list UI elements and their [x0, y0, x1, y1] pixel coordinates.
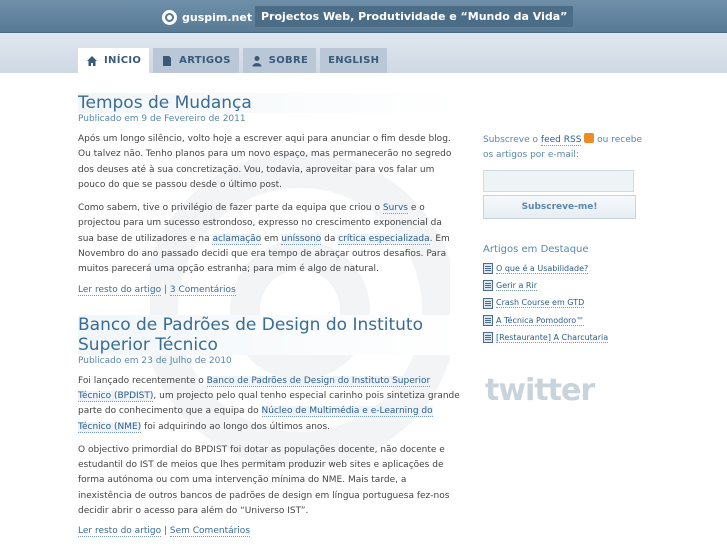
comments-link[interactable]: Sem Comentários — [169, 526, 251, 538]
read-more-link[interactable]: Ler resto do artigo — [78, 284, 162, 296]
document-icon — [483, 297, 493, 309]
sidebar: Subscreve o feed RSS ou recebe os artigo… — [483, 133, 643, 408]
list-item: Crash Course em GTD — [483, 295, 643, 312]
main-content: Tempos de Mudança Publicado em 9 de Feve… — [78, 93, 460, 538]
post-body: Foi lançado recentemente o Banco de Padr… — [78, 374, 460, 520]
site-logo[interactable]: guspim.net — [162, 7, 252, 27]
nav-tab-artigos[interactable]: ARTIGOS — [153, 48, 239, 73]
post-title[interactable]: Tempos de Mudança — [78, 93, 460, 113]
nav-label-english: ENGLISH — [328, 55, 380, 66]
featured-link[interactable]: Gerir a Rir — [496, 281, 537, 291]
featured-title: Artigos em Destaque — [483, 244, 589, 255]
separator: | — [161, 284, 170, 295]
logo-text: guspim.net — [182, 10, 253, 24]
nav-tab-english[interactable]: ENGLISH — [320, 48, 388, 73]
nav-label-inicio: INÍCIO — [104, 55, 142, 66]
document-icon — [483, 315, 493, 327]
list-item: Gerir a Rir — [483, 277, 643, 294]
text-span: Foi lançado recentemente o — [78, 375, 207, 386]
link-unissono[interactable]: uníssono — [281, 233, 322, 245]
post-title[interactable]: Banco de Padrões de Design do Instituto … — [78, 314, 460, 355]
logo-icon — [162, 9, 177, 25]
featured-link[interactable]: Crash Course em GTD — [496, 298, 585, 309]
site-tagline: Projectos Web, Produtividade e “Mundo da… — [255, 6, 574, 27]
featured-link[interactable]: A Técnica Pomodoro™ — [496, 316, 585, 326]
post-links: Ler resto do artigo | Sem Comentários — [78, 526, 460, 538]
document-icon — [483, 280, 493, 292]
link-survs[interactable]: Survs — [382, 203, 408, 215]
subscribe-text: Subscreve o feed RSS ou recebe os artigo… — [483, 133, 643, 163]
main-nav: INÍCIO ARTIGOS SOBRE ENGLISH — [78, 48, 388, 73]
separator: | — [161, 526, 170, 537]
email-input[interactable] — [483, 170, 634, 192]
post-body: Após um longo silêncio, volto hoje a esc… — [78, 132, 460, 278]
document-icon — [483, 332, 493, 344]
nav-label-artigos: ARTIGOS — [179, 55, 231, 66]
nav-tab-sobre[interactable]: SOBRE — [242, 48, 317, 73]
list-item: A Técnica Pomodoro™ — [483, 312, 643, 329]
nav-tab-inicio[interactable]: INÍCIO — [78, 48, 150, 73]
list-item: O que é a Usabilidade? — [483, 260, 643, 277]
featured-link[interactable]: [Restaurante] A Charcutaria — [496, 333, 609, 343]
post-date: Publicado em 23 de Julho de 2010 — [78, 355, 232, 366]
post-paragraph: O objectivo primordial do BPDIST foi dot… — [78, 444, 450, 517]
text-span: em — [261, 233, 282, 244]
subscribe-button[interactable]: Subscreve-me! — [483, 195, 636, 219]
top-bar: guspim.net Projectos Web, Produtividade … — [0, 0, 727, 33]
link-aclamacao[interactable]: aclamação — [212, 233, 262, 245]
text-span: Subscreve o — [483, 135, 541, 145]
post-links: Ler resto do artigo | 3 Comentários — [78, 284, 460, 296]
post-item: Tempos de Mudança Publicado em 9 de Feve… — [78, 93, 460, 296]
post-date: Publicado em 9 de Fevereiro de 2011 — [78, 114, 246, 124]
feed-rss-link[interactable]: feed RSS — [540, 135, 582, 146]
featured-link[interactable]: O que é a Usabilidade? — [496, 264, 589, 274]
document-icon — [163, 55, 172, 66]
text-span: foi adquirindo ao longo dos últimos anos… — [141, 421, 330, 432]
comments-link[interactable]: 3 Comentários — [169, 284, 236, 296]
link-critica[interactable]: crítica especializada — [338, 233, 430, 245]
home-icon — [87, 55, 97, 66]
document-icon — [483, 263, 493, 275]
read-more-link[interactable]: Ler resto do artigo — [78, 526, 162, 538]
post-item: Banco de Padrões de Design do Instituto … — [78, 314, 460, 538]
featured-list: O que é a Usabilidade? Gerir a Rir Crash… — [483, 260, 643, 346]
list-item: [Restaurante] A Charcutaria — [483, 329, 643, 346]
person-icon — [252, 55, 262, 66]
text-span: Como sabem, tive o privilégio de fazer p… — [78, 203, 383, 214]
post-paragraph: Como sabem, tive o privilégio de fazer p… — [78, 201, 460, 277]
nav-label-sobre: SOBRE — [268, 55, 309, 66]
rss-icon[interactable] — [584, 133, 595, 143]
text-span: da — [321, 233, 339, 244]
twitter-logo[interactable]: twitter — [485, 373, 595, 408]
post-paragraph: Foi lançado recentemente o Banco de Padr… — [78, 374, 460, 435]
post-paragraph: Após um longo silêncio, volto hoje a esc… — [78, 134, 452, 190]
